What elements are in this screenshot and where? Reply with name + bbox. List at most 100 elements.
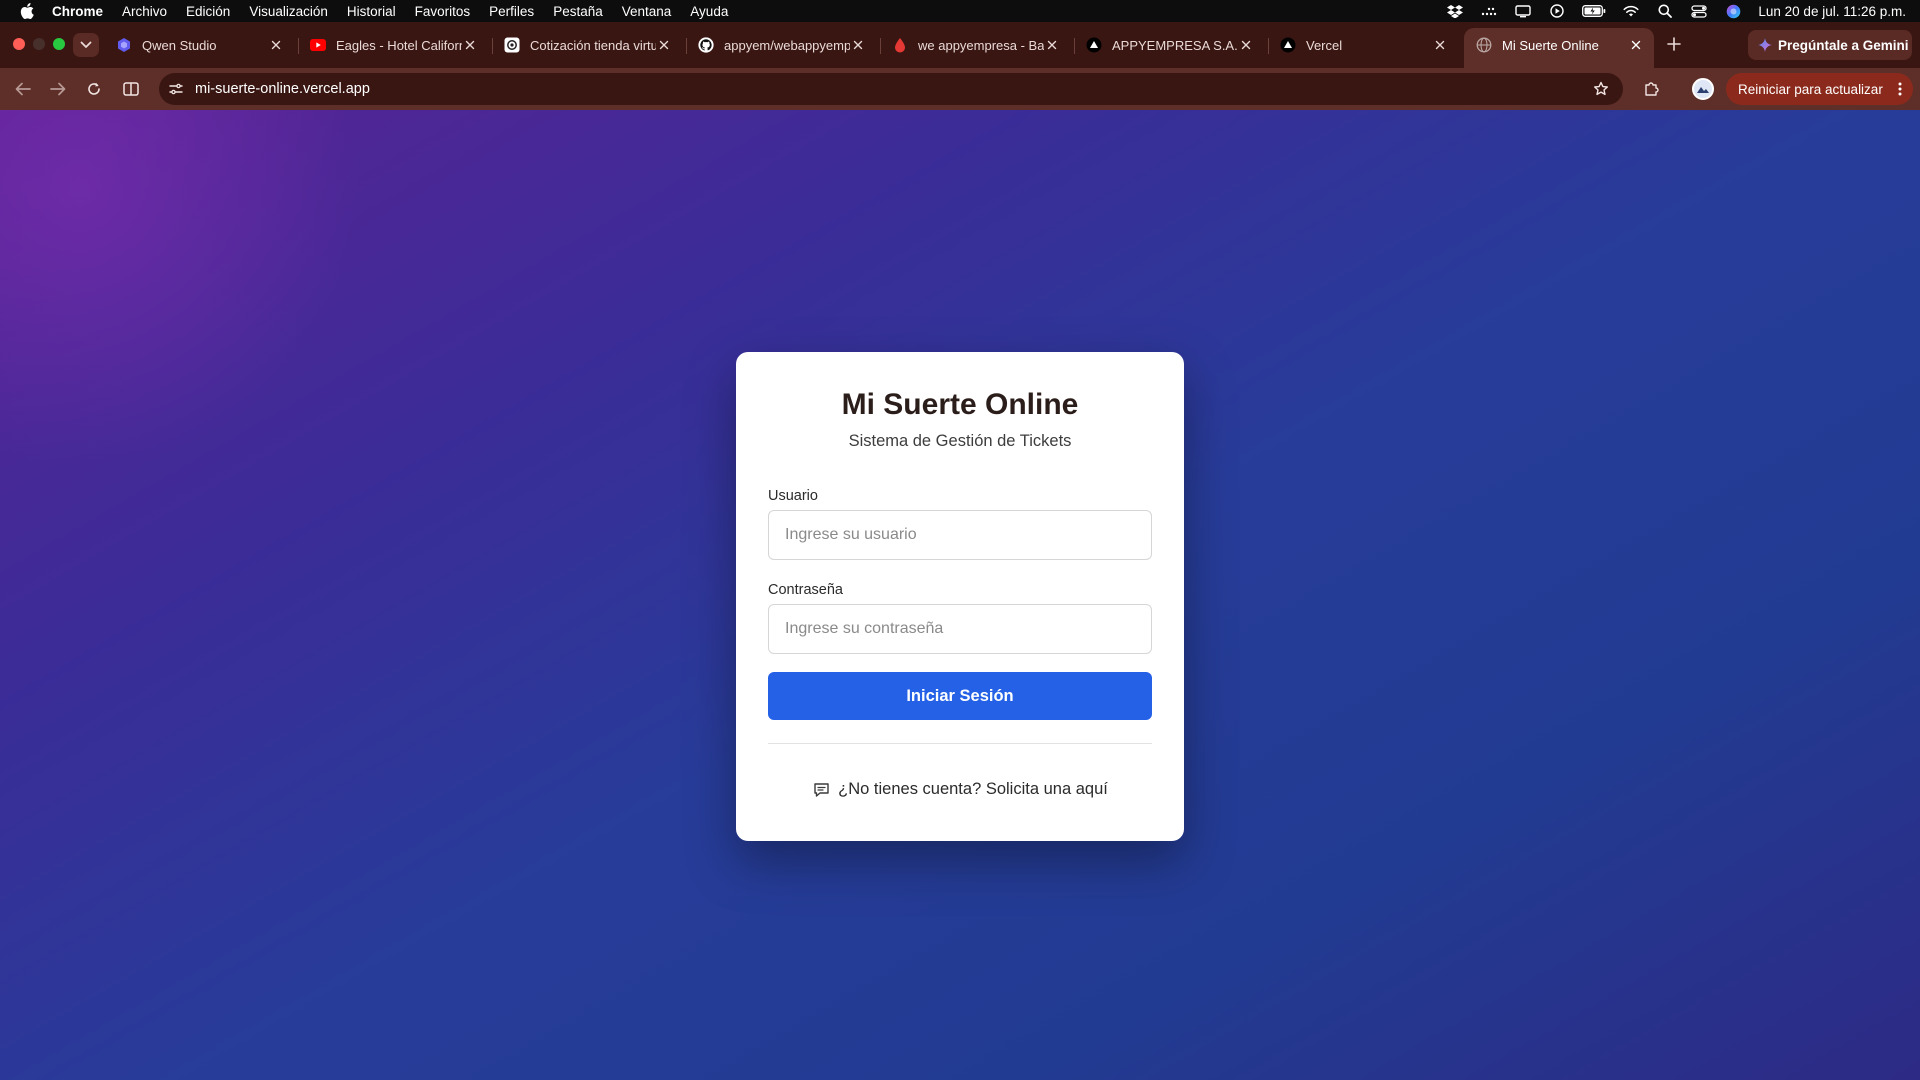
login-card: Mi Suerte Online Sistema de Gestión de T… (736, 352, 1184, 841)
menu-historial[interactable]: Historial (347, 4, 396, 19)
window-close-button[interactable] (13, 38, 25, 50)
menu-favoritos[interactable]: Favoritos (415, 4, 471, 19)
gemini-icon (1758, 38, 1772, 52)
tab-title: appyem/webappyempresa (724, 37, 850, 53)
tab-strip: Qwen Studio Eagles - Hotel California Co… (0, 22, 1920, 68)
chat-bubble-icon (812, 781, 830, 799)
more-vertical-icon[interactable] (1897, 81, 1903, 97)
arrow-left-icon (15, 82, 31, 96)
tab-eagles-hotel-california[interactable]: Eagles - Hotel California (298, 28, 488, 62)
password-label: Contraseña (768, 582, 843, 598)
extensions-button[interactable] (1640, 78, 1662, 100)
play-icon[interactable] (1548, 4, 1566, 18)
profile-avatar[interactable] (1692, 78, 1714, 100)
puzzle-icon (1645, 82, 1659, 96)
wifi-icon[interactable] (1622, 4, 1640, 18)
chevron-down-icon (80, 41, 92, 48)
tab-search-button[interactable] (73, 33, 99, 57)
vercel-icon (1086, 37, 1102, 53)
back-button[interactable] (12, 78, 34, 100)
profile-icon (1697, 87, 1709, 93)
window-maximize-button[interactable] (53, 38, 65, 50)
close-icon[interactable] (1044, 37, 1060, 53)
tab-title: Cotización tienda virtual (530, 37, 656, 53)
forward-button[interactable] (47, 78, 69, 100)
reload-button[interactable] (83, 78, 105, 100)
tab-title: Qwen Studio (142, 37, 217, 53)
close-icon[interactable] (850, 37, 866, 53)
split-view-icon (123, 82, 139, 96)
split-view-button[interactable] (120, 78, 142, 100)
menu-app-name[interactable]: Chrome (52, 4, 103, 19)
username-input[interactable] (768, 510, 1152, 560)
close-icon[interactable] (656, 37, 672, 53)
globe-icon (1476, 37, 1492, 53)
upload-dots-icon[interactable] (1480, 4, 1498, 18)
display-icon[interactable] (1514, 4, 1532, 18)
tab-cotizacion-tienda-virtual[interactable]: Cotización tienda virtual (492, 28, 682, 62)
apple-icon[interactable] (20, 3, 36, 19)
ask-gemini-label: Pregúntale a Gemini (1778, 37, 1909, 53)
menu-edicion[interactable]: Edición (186, 4, 230, 19)
github-icon (698, 37, 714, 53)
background-glow (0, 110, 360, 470)
address-bar[interactable]: mi-suerte-online.vercel.app (159, 73, 1623, 105)
vercel-icon (1280, 37, 1296, 53)
siri-icon[interactable] (1724, 4, 1742, 18)
divider (768, 743, 1152, 744)
bookmark-star-icon[interactable] (1591, 79, 1611, 99)
menu-ayuda[interactable]: Ayuda (690, 4, 728, 19)
close-icon[interactable] (1238, 37, 1254, 53)
site-info-icon[interactable] (165, 78, 187, 100)
control-center-icon[interactable] (1690, 4, 1708, 18)
qwen-icon (116, 37, 132, 53)
close-icon[interactable] (462, 37, 478, 53)
search-icon[interactable] (1656, 4, 1674, 18)
tab-github-webappyempresa[interactable]: appyem/webappyempresa (686, 28, 876, 62)
close-icon[interactable] (1628, 37, 1644, 53)
page-subtitle: Sistema de Gestión de Tickets (848, 432, 1072, 450)
battery-icon[interactable] (1582, 4, 1606, 18)
close-icon[interactable] (268, 37, 284, 53)
close-icon[interactable] (1432, 37, 1448, 53)
username-label: Usuario (768, 488, 818, 504)
tab-title: we appyempresa - Base (918, 37, 1044, 53)
menu-pestana[interactable]: Pestaña (553, 4, 603, 19)
window-minimize-button[interactable] (33, 38, 45, 50)
tab-we-appyempresa[interactable]: we appyempresa - Base (880, 28, 1070, 62)
menu-perfiles[interactable]: Perfiles (489, 4, 534, 19)
relaunch-update-button[interactable]: Reiniciar para actualizar (1726, 73, 1913, 105)
relaunch-label: Reiniciar para actualizar (1738, 81, 1883, 97)
menubar-clock[interactable]: Lun 20 de jul. 11:26 p.m. (1758, 4, 1906, 19)
login-submit-button[interactable]: Iniciar Sesión (768, 672, 1152, 720)
drop-icon (892, 37, 908, 53)
tab-title: Mi Suerte Online (1502, 37, 1599, 53)
youtube-icon (310, 37, 326, 53)
menu-ventana[interactable]: Ventana (622, 4, 672, 19)
plus-icon (1667, 37, 1681, 51)
arrow-right-icon (50, 82, 66, 96)
menubar-status-area: Lun 20 de jul. 11:26 p.m. (1430, 0, 1906, 22)
tab-title: APPYEMPRESA S.A.S (1112, 37, 1238, 53)
ask-gemini-button[interactable]: Pregúntale a Gemini (1748, 30, 1912, 60)
tab-vercel[interactable]: Vercel (1268, 28, 1458, 62)
url-text[interactable]: mi-suerte-online.vercel.app (195, 81, 370, 97)
tab-title: Vercel (1306, 37, 1343, 53)
dropbox-icon[interactable] (1446, 4, 1464, 18)
password-input[interactable] (768, 604, 1152, 654)
tab-mi-suerte-online[interactable]: Mi Suerte Online (1464, 28, 1654, 68)
tab-appyempresa-sas[interactable]: APPYEMPRESA S.A.S (1074, 28, 1264, 62)
reload-icon (88, 82, 100, 95)
request-account-text: ¿No tienes cuenta? Solicita una aquí (838, 780, 1108, 798)
tab-qwen-studio[interactable]: Qwen Studio (104, 28, 294, 62)
menu-visualizacion[interactable]: Visualización (249, 4, 328, 19)
page-viewport: Mi Suerte Online Sistema de Gestión de T… (0, 110, 1920, 1080)
openai-icon (504, 37, 520, 53)
request-account-link[interactable]: ¿No tienes cuenta? Solicita una aquí (736, 780, 1184, 799)
page-title: Mi Suerte Online (841, 388, 1079, 421)
new-tab-button[interactable] (1662, 32, 1686, 56)
menu-archivo[interactable]: Archivo (122, 4, 167, 19)
macos-menu-bar: Chrome Archivo Edición Visualización His… (0, 0, 1920, 22)
tab-title: Eagles - Hotel California (336, 37, 462, 53)
browser-toolbar: mi-suerte-online.vercel.app Reiniciar pa… (0, 68, 1920, 110)
